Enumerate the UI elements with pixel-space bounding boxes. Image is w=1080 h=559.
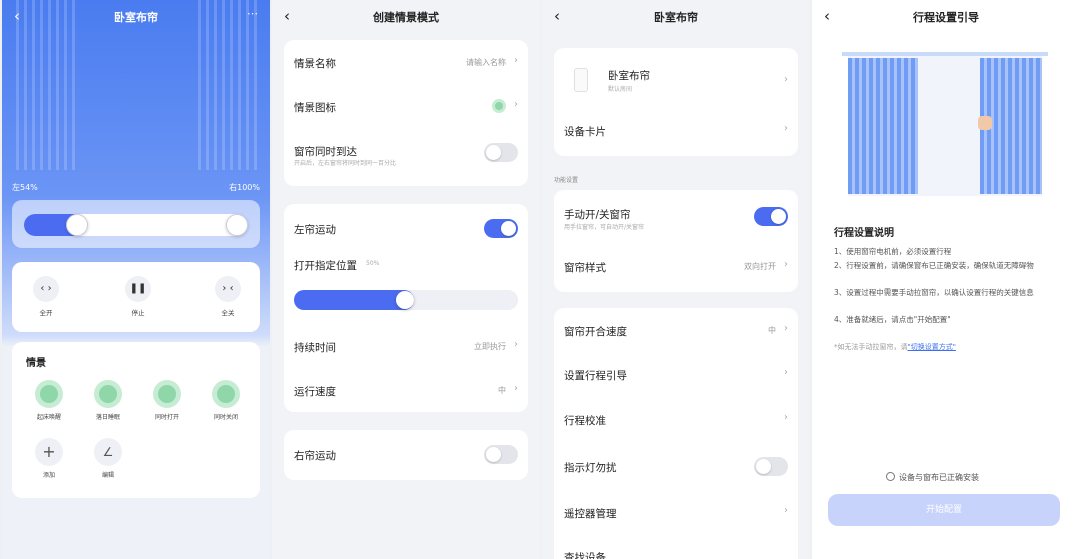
led-row: 指示灯勿扰 [564,446,788,486]
calibration-row[interactable]: 行程校准 › [564,399,788,439]
left-motion-toggle[interactable] [484,219,518,238]
scene-card: 情景 起床唤醒 落日睡眠 同时打开 同时关闭 + 添加 ∠ 编辑 [12,342,260,498]
speed-row[interactable]: 运行速度 中 › [294,370,518,410]
chevron-right-icon: › [514,55,518,66]
create-scene-panel: ‹ 创建情景模式 情景名称 请输入名称 › 情景图标 › 窗帘同时到达 开启后，… [272,0,540,559]
scene-icon-row[interactable]: 情景图标 › [294,86,518,126]
right-motion-card: 右帘运动 [284,430,528,480]
guide-step: 2、行程设置前，请确保窗布已正确安装，确保轨道无障碍物 [834,261,1034,270]
page-title: 卧室布帘 [114,11,158,24]
title-bar: ‹ 行程设置引导 [812,0,1080,34]
confirm-checkbox[interactable] [886,472,895,481]
pause-icon: ❚❚ [125,276,151,302]
guide-step: 1、使用窗帘电机前，必须设置行程 [834,247,952,256]
chevron-right-icon: › [514,339,518,350]
guide-heading: 行程设置说明 [834,228,894,239]
guide-step: 4、准备就绪后，请点击"开始配置" [834,315,951,324]
chevron-right-icon: › [784,259,788,270]
left-handle[interactable] [66,214,88,236]
device-settings-panel: ‹ 卧室布帘 卧室布帘 默认房间 › 设备卡片 › 功能设置 手动开/关窗帘 用… [542,0,810,559]
left-motion-row: 左帘运动 [294,208,518,248]
add-scene-button[interactable]: + 添加 [26,438,72,479]
scene-icon [35,380,63,408]
device-card-row[interactable]: 设备卡片 › [564,110,788,150]
more-icon[interactable]: ⋯ [247,7,258,20]
more-settings-card: 窗帘开合速度 中 › 设置行程引导 › 行程校准 › 指示灯勿扰 遥控器管理 ›… [554,308,798,559]
route-guide-row[interactable]: 设置行程引导 › [564,354,788,394]
position-slider-card [12,200,260,248]
guide-note: *如无法手动拉窗帘，请"切换设置方式" [834,343,956,351]
confirm-checkbox-row[interactable]: 设备与窗布已正确安装 [886,472,979,483]
right-motion-toggle[interactable] [484,445,518,464]
position-value: 50% [366,260,380,267]
position-handle[interactable] [396,291,414,309]
duration-row[interactable]: 持续时间 立即执行 › [294,326,518,366]
curtain-control-panel: ‹ 卧室布帘 ⋯ 左54% 右100% ‹ › 全开 ❚❚ 停止 › ‹ 全关 … [2,0,270,559]
position-row: 打开指定位置 50% [294,260,380,272]
scene-icon [94,380,122,408]
chevron-right-icon: › [514,383,518,394]
remote-row[interactable]: 遥控器管理 › [564,492,788,532]
section-label: 功能设置 [554,177,579,184]
page-title: 行程设置引导 [913,11,979,24]
chevron-right-icon: › [784,412,788,423]
title-bar: ‹ 卧室布帘 [542,0,810,34]
manual-row: 手动开/关窗帘 用手拉窗帘，可自动开/关窗帘 [564,196,788,236]
scene-wake[interactable]: 起床唤醒 [26,380,72,421]
device-icon [574,68,588,92]
edit-icon: ∠ [94,438,122,466]
right-motion-row: 右帘运动 [294,434,518,474]
edit-scene-button[interactable]: ∠ 编辑 [85,438,131,479]
chevron-right-icon: › [784,74,788,85]
chevron-right-icon: › [784,323,788,334]
switch-method-link[interactable]: "切换设置方式" [908,343,956,351]
scene-info-card: 情景名称 请输入名称 › 情景图标 › 窗帘同时到达 开启后，左右窗帘将同时到同… [284,40,528,186]
left-percent-label: 左54% [12,183,38,192]
position-slider[interactable] [294,290,518,310]
control-card: ‹ › 全开 ❚❚ 停止 › ‹ 全关 [12,262,260,332]
function-card: 手动开/关窗帘 用手拉窗帘，可自动开/关窗帘 窗帘样式 双向打开 › [554,190,798,292]
right-percent-label: 右100% [229,183,260,192]
scene-title: 情景 [26,358,46,369]
title-bar: ‹ 创建情景模式 [272,0,540,34]
open-icon: ‹ › [33,276,59,302]
sync-toggle[interactable] [484,143,518,162]
device-row[interactable]: 卧室布帘 默认房间 › [564,58,788,104]
speed-row[interactable]: 窗帘开合速度 中 › [564,310,788,350]
style-row[interactable]: 窗帘样式 双向打开 › [564,246,788,286]
close-icon: › ‹ [215,276,241,302]
manual-toggle[interactable] [754,207,788,226]
page-title: 创建情景模式 [373,11,439,24]
led-toggle[interactable] [754,457,788,476]
chevron-right-icon: › [514,99,518,110]
guide-step: 3、设置过程中需要手动拉窗帘，以确认设置行程的关键信息 [834,288,1034,297]
right-handle[interactable] [226,214,248,236]
scene-name-input[interactable]: 请输入名称 [466,57,506,68]
left-motion-card: 左帘运动 打开指定位置 50% 持续时间 立即执行 › 运行速度 中 › [284,204,528,412]
start-config-button[interactable]: 开始配置 [828,494,1060,526]
plus-icon: + [35,438,63,466]
scene-name-row[interactable]: 情景名称 请输入名称 › [294,42,518,82]
title-bar: ‹ 卧室布帘 ⋯ [2,0,270,34]
sync-row: 窗帘同时到达 开启后，左右窗帘将同时到同一百分比 [294,132,518,172]
position-slider[interactable] [24,214,248,236]
scene-open-both[interactable]: 同时打开 [144,380,190,421]
stop-button[interactable]: ❚❚ 停止 [118,276,158,317]
close-all-button[interactable]: › ‹ 全关 [208,276,248,317]
chevron-right-icon: › [784,367,788,378]
route-guide-panel: ‹ 行程设置引导 行程设置说明 1、使用窗帘电机前，必须设置行程 2、行程设置前… [812,0,1080,559]
hand-icon [978,116,992,130]
chevron-right-icon: › [784,505,788,516]
device-card: 卧室布帘 默认房间 › 设备卡片 › [554,48,798,156]
find-device-row[interactable]: 查找设备 [564,536,788,559]
scene-sleep[interactable]: 落日睡眠 [85,380,131,421]
scene-close-both[interactable]: 同时关闭 [203,380,249,421]
scene-icon-preview [492,99,506,113]
scene-icon [153,380,181,408]
chevron-right-icon: › [784,123,788,134]
curtain-left-illustration [848,58,918,194]
scene-icon [212,380,240,408]
page-title: 卧室布帘 [654,11,698,24]
open-all-button[interactable]: ‹ › 全开 [26,276,66,317]
